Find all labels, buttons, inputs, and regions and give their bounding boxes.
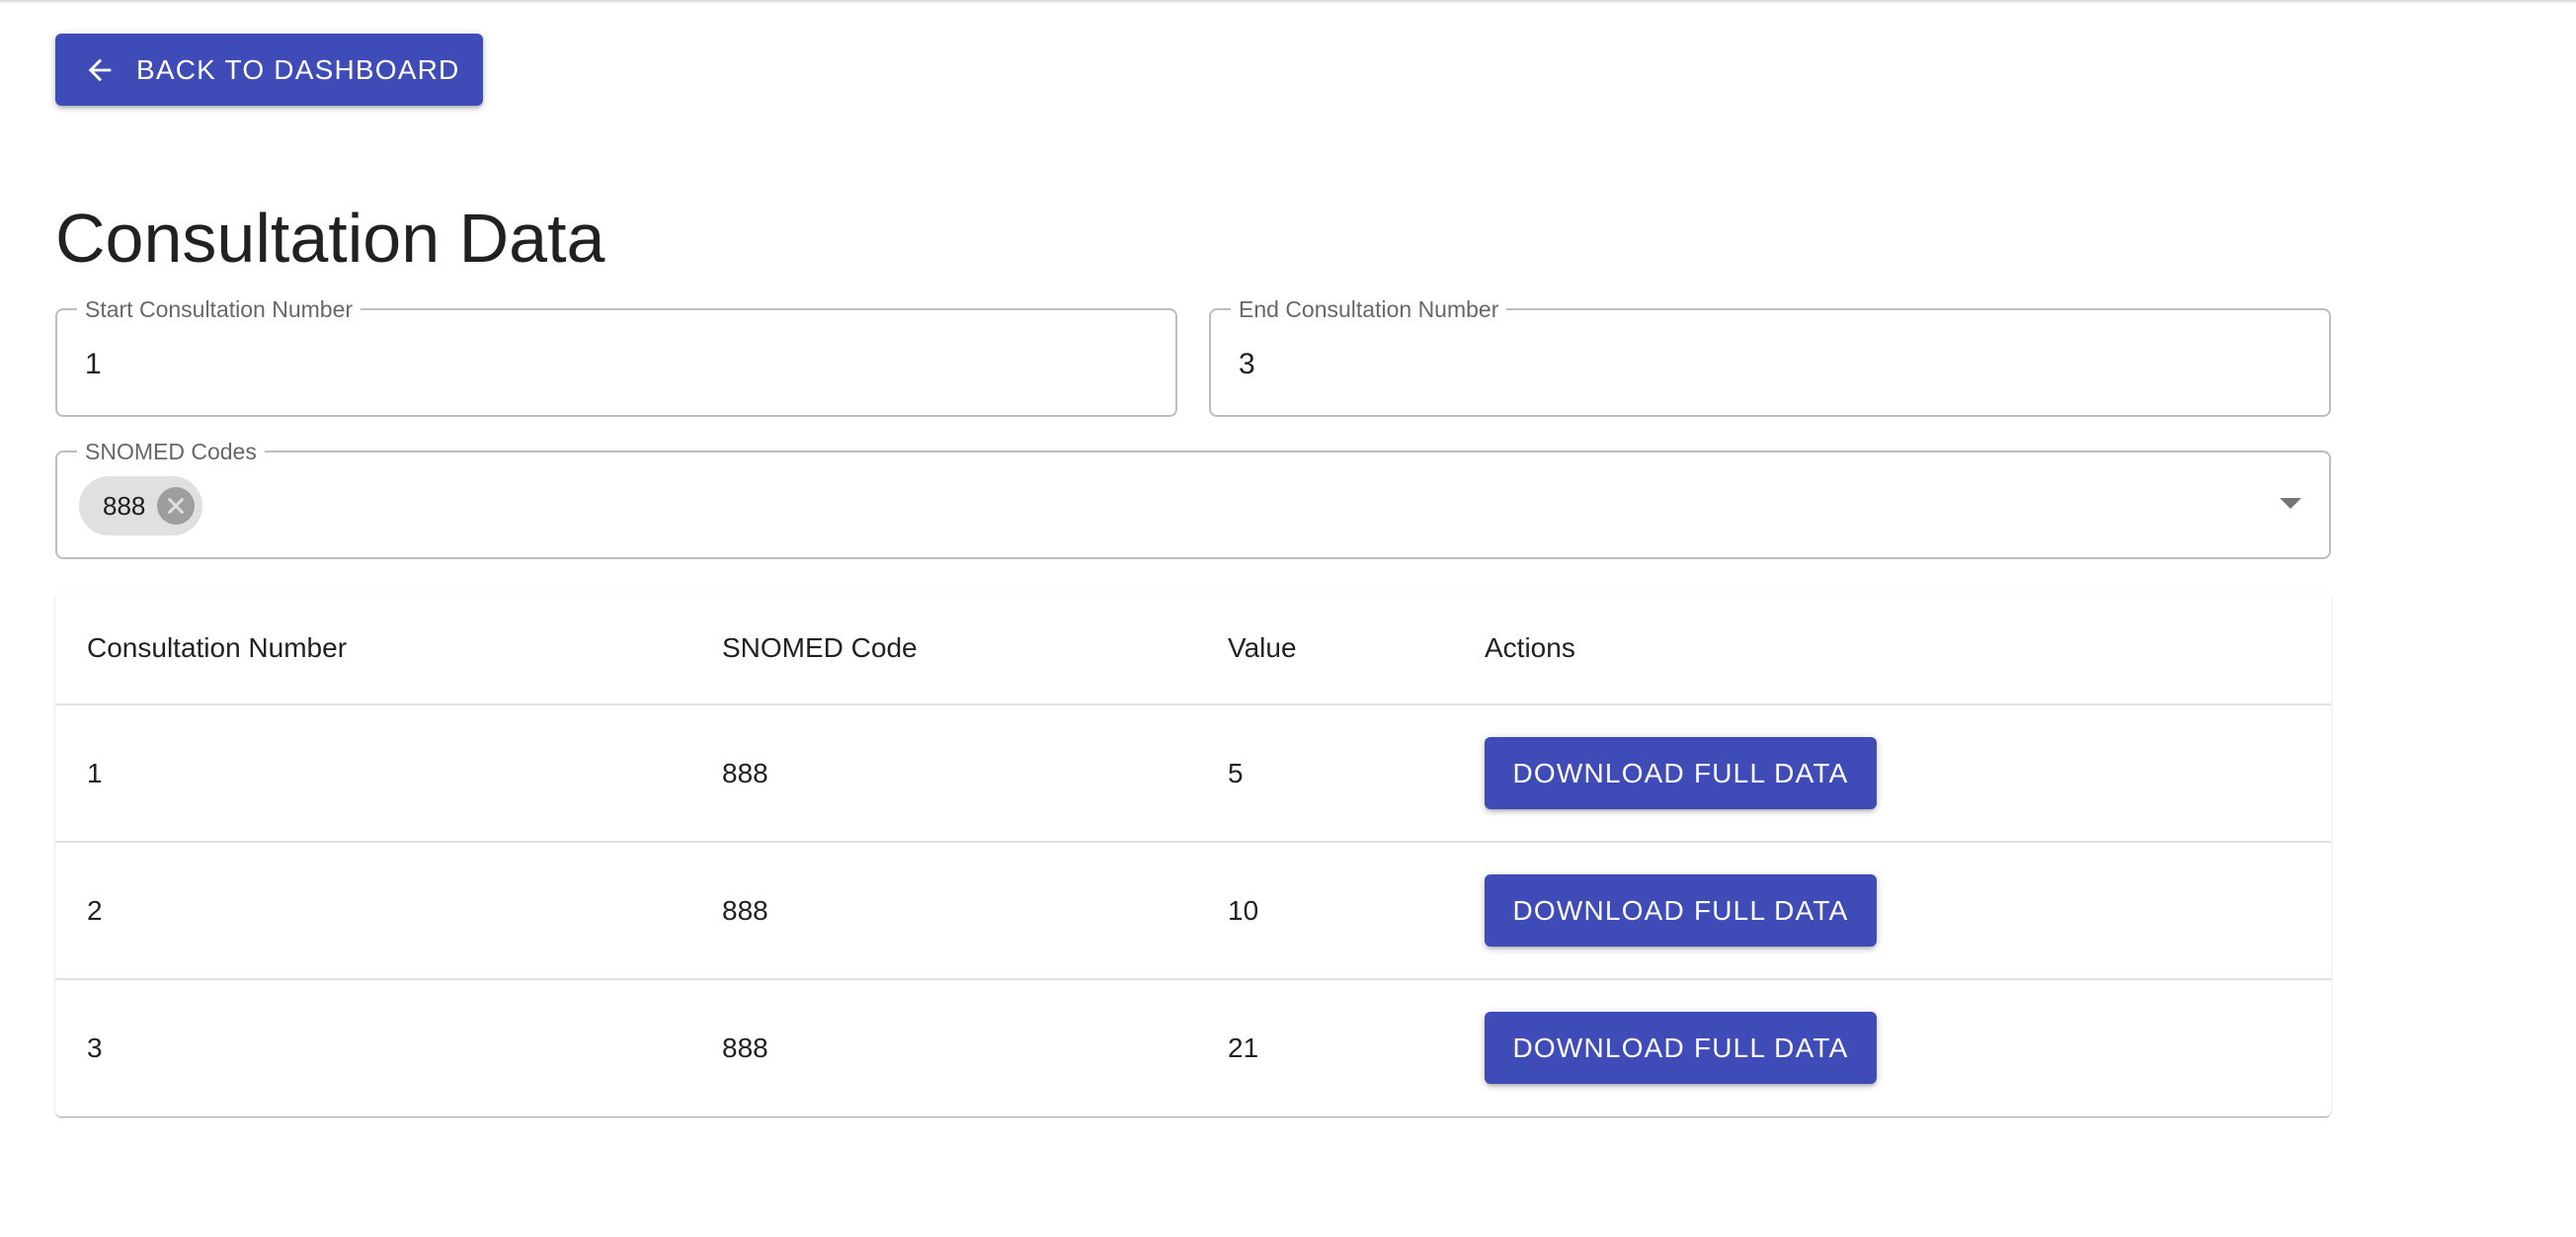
download-full-data-button[interactable]: DOWNLOAD FULL DATA [1485, 874, 1877, 947]
table-row: 1 888 5 DOWNLOAD FULL DATA [55, 704, 2331, 843]
end-consultation-field: End Consultation Number [1209, 296, 2331, 417]
back-to-dashboard-label: BACK TO DASHBOARD [136, 53, 460, 85]
end-consultation-label: End Consultation Number [1231, 296, 1507, 322]
cell-snomed-code: 888 [690, 842, 1196, 980]
snomed-chip[interactable]: 888 [79, 476, 203, 536]
start-consultation-label: Start Consultation Number [77, 296, 362, 322]
start-consultation-input[interactable] [83, 336, 1146, 393]
cell-actions: DOWNLOAD FULL DATA [1453, 979, 2331, 1115]
end-consultation-input[interactable] [1237, 336, 2299, 393]
snomed-codes-label: SNOMED Codes [77, 439, 265, 464]
column-header-value: Value [1196, 593, 1453, 705]
caret-down-icon[interactable] [2280, 498, 2301, 509]
consultation-data-page: BACK TO DASHBOARD Consultation Data Star… [55, 0, 2331, 1237]
download-full-data-button[interactable]: DOWNLOAD FULL DATA [1485, 1012, 1877, 1084]
cell-snomed-code: 888 [722, 1031, 768, 1063]
cancel-circle-icon[interactable] [157, 487, 196, 525]
table-row: 3 888 21 DOWNLOAD FULL DATA [55, 979, 2331, 1115]
cell-value: 21 [1228, 1031, 1259, 1063]
start-consultation-field: Start Consultation Number [55, 296, 1177, 417]
consultation-table: Consultation Number SNOMED Code Value Ac… [55, 593, 2331, 1116]
table-row: 2 888 10 DOWNLOAD FULL DATA [55, 842, 2331, 980]
page-title: Consultation Data [55, 200, 605, 277]
snomed-chip-label: 888 [103, 490, 146, 521]
snomed-codes-select[interactable]: SNOMED Codes 888 [55, 439, 2331, 559]
close-icon [168, 498, 185, 514]
cell-consultation-number: 3 [87, 1031, 103, 1063]
download-full-data-button[interactable]: DOWNLOAD FULL DATA [1485, 737, 1877, 809]
column-header-actions: Actions [1453, 593, 2331, 705]
cell-actions: DOWNLOAD FULL DATA [1453, 704, 2331, 843]
cell-value: 5 [1196, 704, 1453, 843]
cell-consultation-number: 1 [55, 704, 690, 843]
cell-value: 10 [1196, 842, 1453, 980]
back-to-dashboard-button[interactable]: BACK TO DASHBOARD [55, 34, 483, 106]
cell-consultation-number: 2 [55, 842, 690, 980]
table-header-row: Consultation Number SNOMED Code Value Ac… [55, 593, 2331, 705]
arrow-left-icon [88, 58, 112, 81]
cell-snomed-code: 888 [690, 704, 1196, 843]
column-header-snomed-code: SNOMED Code [690, 593, 1196, 705]
cell-actions: DOWNLOAD FULL DATA [1453, 842, 2331, 980]
column-header-consultation-number: Consultation Number [55, 593, 690, 705]
